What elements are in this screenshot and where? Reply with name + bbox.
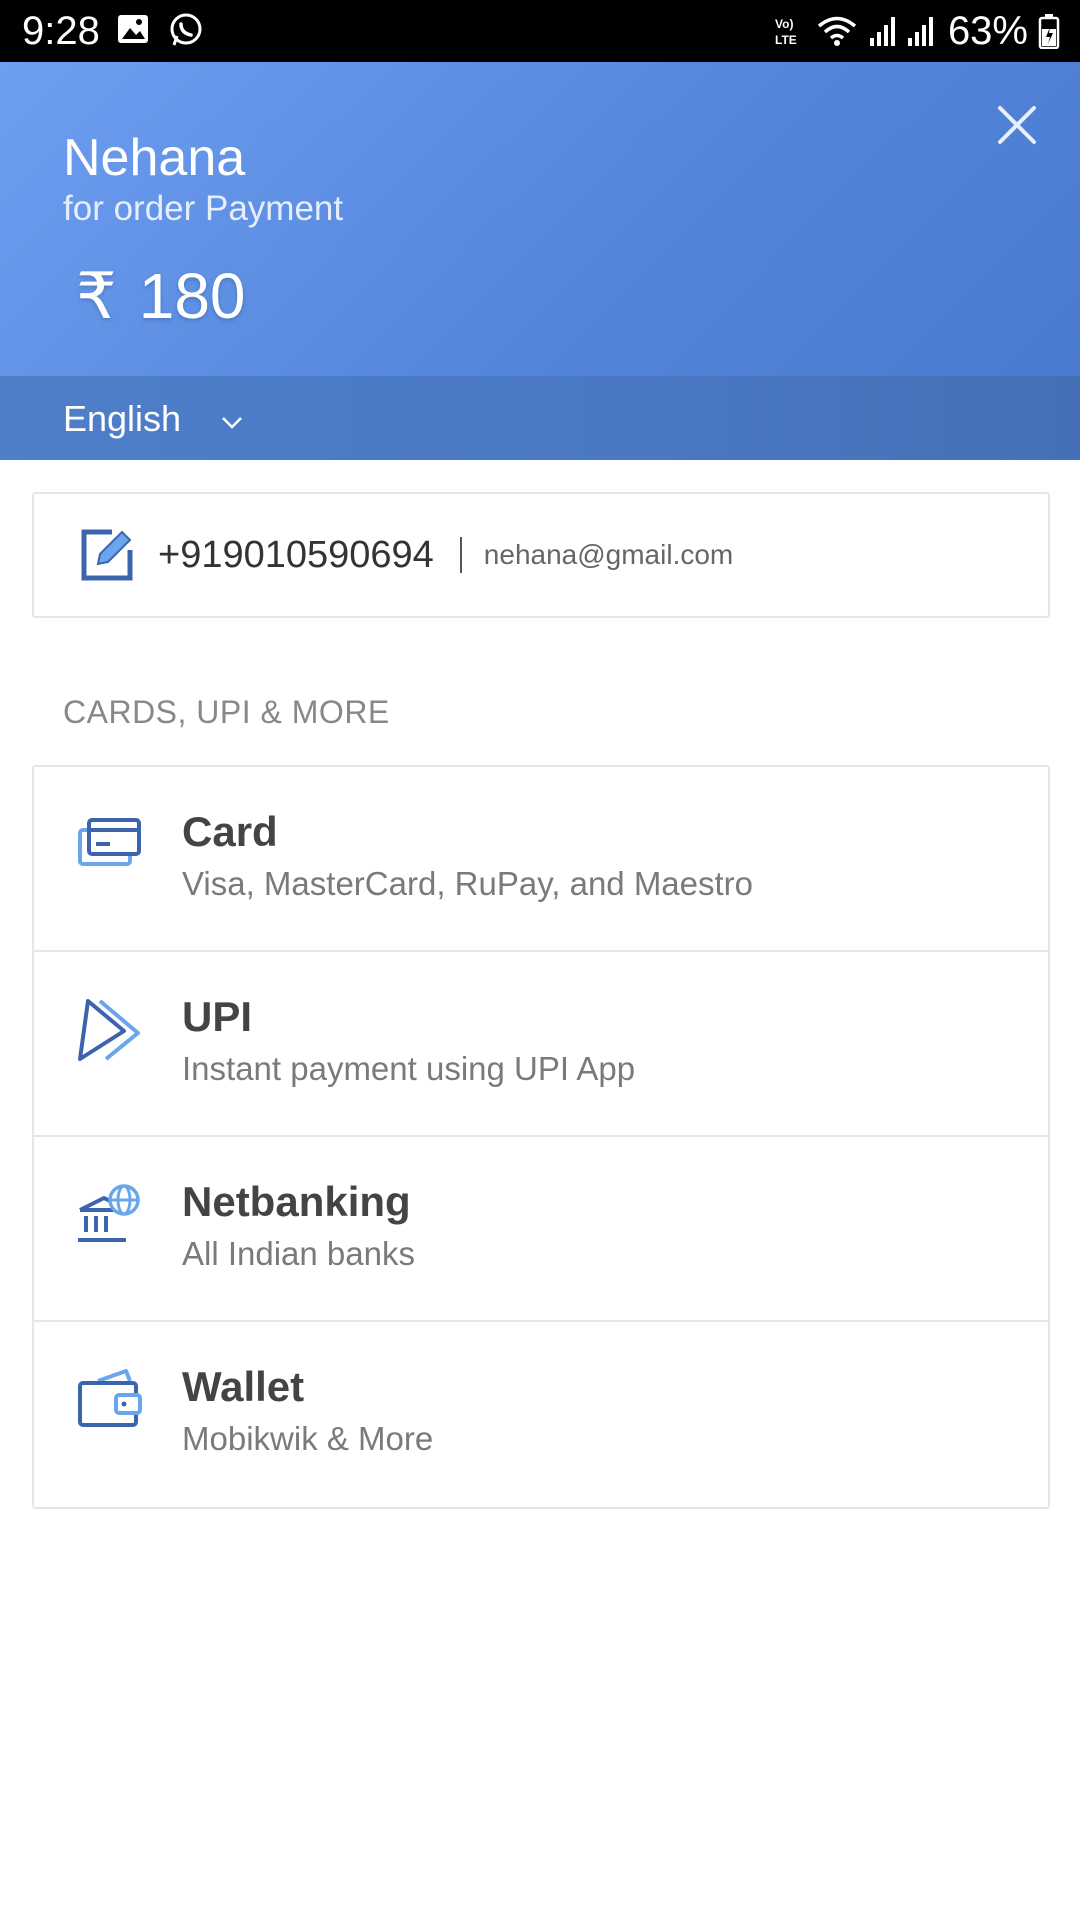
- gallery-icon: [118, 15, 148, 43]
- method-title: Wallet: [182, 1363, 305, 1410]
- method-upi[interactable]: UPI Instant payment using UPI App: [34, 952, 1048, 1137]
- language-label: English: [63, 398, 182, 439]
- battery-icon: [1038, 14, 1060, 49]
- volte-icon: Vo) LTE: [775, 17, 797, 47]
- notification-icons: [116, 12, 218, 48]
- close-button[interactable]: [990, 98, 1044, 152]
- contact-email: nehana@gmail.com: [483, 539, 734, 570]
- upi-icon: [78, 999, 140, 1061]
- merchant-name: Nehana: [63, 129, 246, 187]
- method-subtitle: All Indian banks: [182, 1235, 415, 1272]
- close-icon: [998, 106, 1036, 144]
- method-subtitle: Visa, MasterCard, RuPay, and Maestro: [182, 865, 754, 902]
- method-title: UPI: [182, 993, 253, 1040]
- method-card[interactable]: Card Visa, MasterCard, RuPay, and Maestr…: [34, 767, 1048, 952]
- svg-text:LTE: LTE: [775, 33, 797, 47]
- whatsapp-icon: [170, 13, 202, 46]
- status-time: 9:28: [22, 9, 100, 53]
- bank-icon: [78, 1184, 140, 1242]
- language-bar: English: [0, 376, 1080, 460]
- edit-icon: [81, 529, 133, 581]
- divider: [459, 537, 462, 573]
- payment-methods-list: Card Visa, MasterCard, RuPay, and Maestr…: [32, 765, 1050, 1509]
- contact-details[interactable]: +919010590694 nehana@gmail.com: [32, 492, 1050, 618]
- wifi-icon: [817, 16, 857, 46]
- battery-percent: 63%: [947, 9, 1028, 53]
- signal-icon: [869, 17, 895, 46]
- contact-phone: +919010590694: [158, 534, 434, 576]
- amount-value: 180: [138, 260, 246, 332]
- chevron-down-icon: [222, 417, 242, 429]
- method-netbanking[interactable]: Netbanking All Indian banks: [34, 1137, 1048, 1322]
- payment-header: Nehana for order Payment ₹180: [0, 62, 1080, 376]
- status-bar: 9:28 Vo) LTE 63%: [0, 0, 1080, 62]
- signal-icon: [907, 17, 933, 46]
- method-title: Card: [182, 808, 278, 855]
- method-wallet[interactable]: Wallet Mobikwik & More: [34, 1322, 1048, 1507]
- amount: ₹180: [76, 258, 246, 334]
- currency-symbol: ₹: [76, 260, 117, 332]
- merchant-description: for order Payment: [63, 189, 344, 228]
- card-icon: [78, 818, 141, 866]
- status-indicators: Vo) LTE 63%: [762, 8, 1060, 54]
- section-title: CARDS, UPI & MORE: [63, 694, 390, 730]
- method-title: Netbanking: [182, 1178, 411, 1225]
- method-subtitle: Instant payment using UPI App: [182, 1050, 636, 1087]
- language-dropdown[interactable]: English: [63, 394, 243, 444]
- method-subtitle: Mobikwik & More: [182, 1420, 434, 1457]
- wallet-icon: [78, 1369, 142, 1427]
- svg-text:Vo): Vo): [775, 17, 793, 31]
